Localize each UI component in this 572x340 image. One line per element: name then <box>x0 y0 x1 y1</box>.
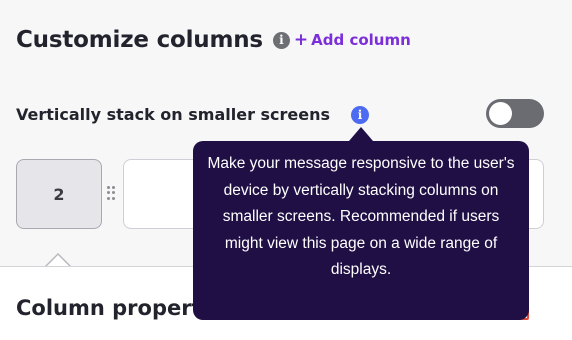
drag-handle-icon[interactable] <box>107 186 117 200</box>
add-column-label: Add column <box>311 31 411 49</box>
tooltip-arrow <box>349 127 373 141</box>
add-column-button[interactable]: + Add column <box>294 30 411 50</box>
page-title: Customize columns <box>16 27 263 53</box>
column-option-2[interactable]: 2 <box>16 159 102 229</box>
stack-setting-label: Vertically stack on smaller screens <box>16 105 331 124</box>
info-icon[interactable]: i <box>351 106 369 124</box>
info-icon[interactable]: i <box>272 31 290 49</box>
column-properties-title: Column propert <box>16 296 202 320</box>
customize-columns-header: Customize columns i + Add column <box>16 27 411 53</box>
plus-icon: + <box>293 30 309 50</box>
toggle-knob <box>489 102 512 125</box>
vertical-stack-toggle[interactable] <box>486 99 544 128</box>
stack-info-tooltip: Make your message responsive to the user… <box>193 141 529 320</box>
